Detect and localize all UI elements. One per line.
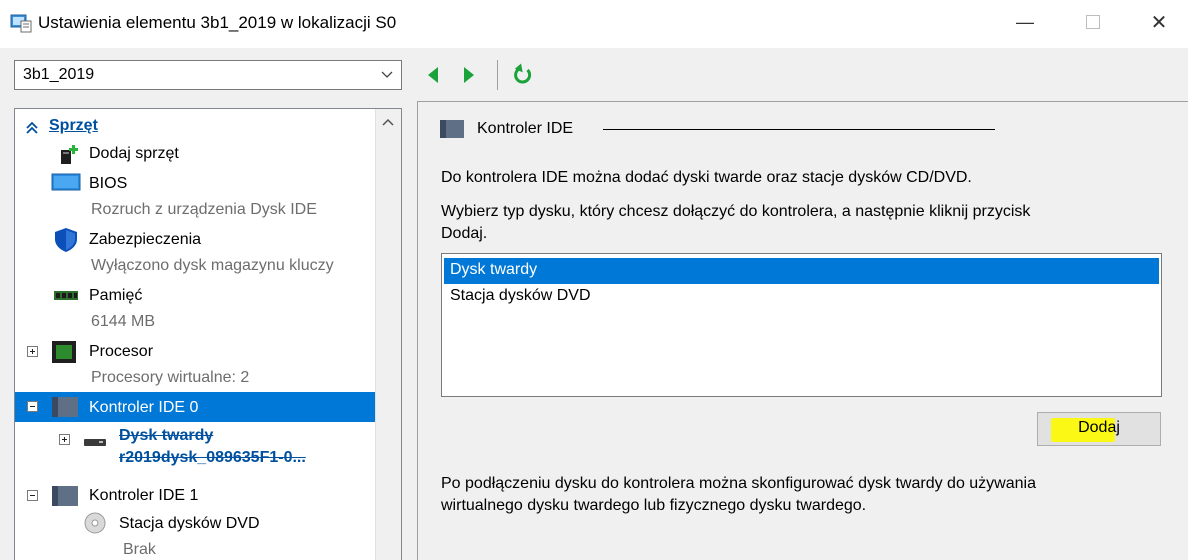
tree-item-processor-detail: Procesory wirtualne: 2: [91, 369, 250, 386]
scroll-up-icon[interactable]: [382, 117, 394, 127]
list-item-label: Dysk twardy: [450, 261, 538, 278]
expand-hard-disk-toggle[interactable]: [59, 434, 70, 445]
dvd-drive-icon: [84, 512, 106, 534]
minimize-icon: —: [1016, 11, 1034, 32]
collapse-chevrons-icon[interactable]: [25, 121, 39, 135]
memory-chip-icon: [54, 291, 78, 300]
refresh-icon[interactable]: [511, 62, 535, 88]
ide-description: Do kontrolera IDE można dodać dyski twar…: [441, 169, 972, 186]
instruction-line-2: Dodaj.: [441, 225, 488, 242]
ide-controller-icon: [52, 486, 78, 506]
tree-item-memory[interactable]: Pamięć: [89, 287, 142, 305]
footer-line-1: Po podłączeniu dysku do kontrolera można…: [441, 475, 1036, 492]
disk-type-list[interactable]: Dysk twardy Stacja dysków DVD: [441, 253, 1162, 397]
tree-item-ide1[interactable]: Kontroler IDE 1: [89, 487, 198, 505]
tree-item-processor[interactable]: Procesor: [89, 343, 153, 361]
hardware-tree: Sprzęt Dodaj sprzęt BIOS Rozruch z urząd…: [14, 108, 402, 560]
close-button[interactable]: ✕: [1130, 0, 1188, 44]
tree-item-bios[interactable]: BIOS: [89, 175, 127, 193]
tree-item-security[interactable]: Zabezpieczenia: [89, 231, 201, 249]
tree-item-hard-disk-detail: r2019dysk_089635F1-0...: [119, 449, 306, 466]
maximize-icon: [1086, 15, 1100, 29]
tree-item-security-detail: Wyłączono dysk magazynu kluczy: [91, 257, 334, 274]
tree-item-ide0[interactable]: Kontroler IDE 0: [89, 399, 198, 417]
expand-processor-toggle[interactable]: [27, 346, 38, 357]
tree-item-bios-detail: Rozruch z urządzenia Dysk IDE: [91, 201, 317, 218]
settings-window-icon: [10, 14, 32, 33]
tree-item-add-hardware[interactable]: Dodaj sprzęt: [89, 145, 179, 163]
vm-select-dropdown[interactable]: 3b1_2019: [14, 60, 402, 90]
window-title: Ustawienia elementu 3b1_2019 w lokalizac…: [38, 13, 397, 32]
tree-scrollbar[interactable]: [375, 109, 401, 560]
forward-arrow-icon[interactable]: [458, 64, 478, 86]
security-shield-icon: [55, 228, 77, 252]
tree-item-hard-disk[interactable]: Dysk twardy: [119, 427, 213, 445]
back-arrow-icon[interactable]: [424, 64, 444, 86]
footer-line-2: wirtualnego dysku twardego lub fizyczneg…: [441, 497, 867, 514]
title-bar: Ustawienia elementu 3b1_2019 w lokalizac…: [0, 0, 1188, 48]
list-item-label: Stacja dysków DVD: [450, 287, 591, 304]
tree-item-dvd-drive-detail: Brak: [123, 541, 156, 558]
add-hardware-icon: [61, 145, 78, 164]
maximize-button[interactable]: [1064, 0, 1122, 44]
tree-item-memory-detail: 6144 MB: [91, 313, 156, 330]
hard-disk-icon: [84, 439, 106, 446]
vm-select-value: 3b1_2019: [23, 66, 95, 83]
minimize-button[interactable]: —: [996, 0, 1054, 44]
bios-monitor-icon: [51, 173, 81, 191]
list-item[interactable]: Dysk twardy: [444, 258, 1159, 284]
list-item[interactable]: Stacja dysków DVD: [444, 284, 1159, 310]
collapse-ide1-toggle[interactable]: [27, 490, 38, 501]
tree-item-dvd-drive[interactable]: Stacja dysków DVD: [119, 515, 260, 533]
close-icon: ✕: [1150, 11, 1168, 34]
instruction-line-1: Wybierz typ dysku, który chcesz dołączyć…: [441, 203, 1031, 220]
processor-icon: [52, 341, 76, 363]
group-divider: [603, 129, 995, 130]
chevron-down-icon: [381, 71, 393, 78]
group-title: Kontroler IDE: [477, 120, 574, 137]
toolbar-divider: [497, 60, 498, 90]
tree-section-hardware[interactable]: Sprzęt: [49, 117, 98, 135]
collapse-ide0-toggle[interactable]: [27, 401, 38, 412]
add-button-text-overlay[interactable]: Dodaj: [1037, 419, 1161, 437]
ide-controller-icon: [440, 120, 464, 138]
ide-controller-icon: [52, 397, 78, 417]
